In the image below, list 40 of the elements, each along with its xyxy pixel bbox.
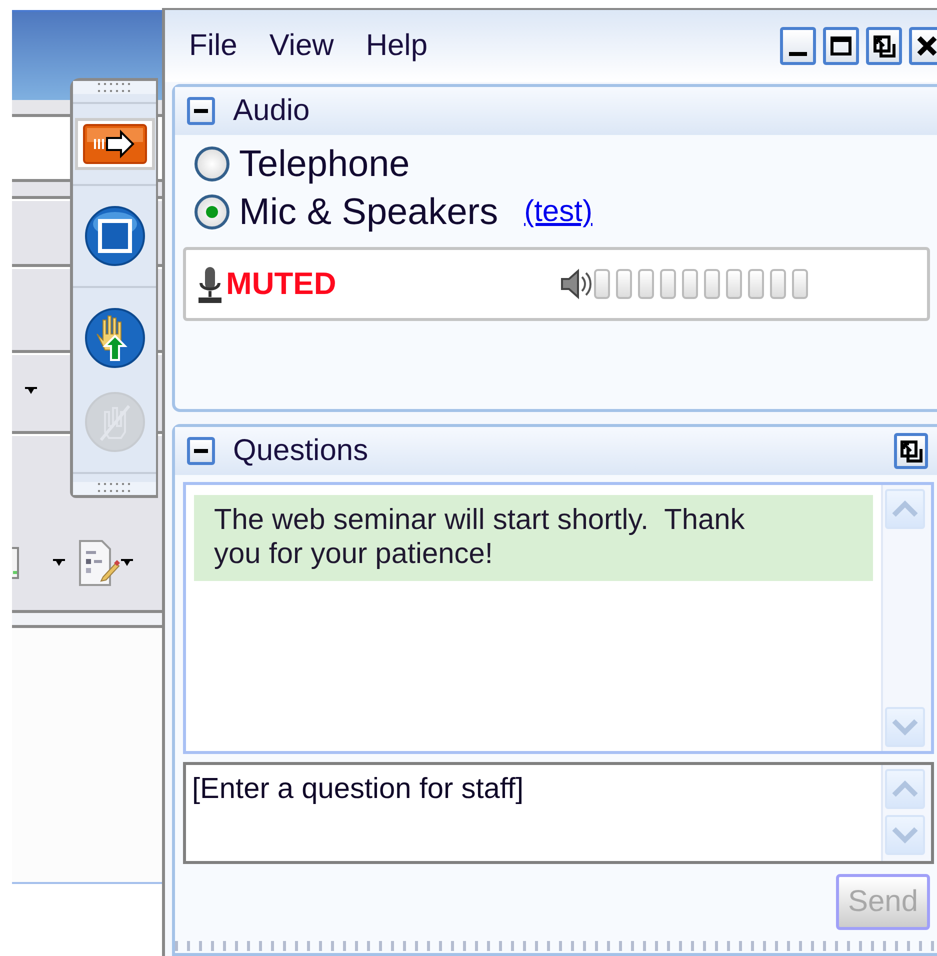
grip-handle-icon[interactable] (98, 483, 132, 494)
chevron-up-icon (891, 499, 919, 519)
dropdown-arrow-icon[interactable] (52, 558, 66, 568)
microphone-icon (198, 265, 222, 303)
minimize-icon (789, 52, 807, 56)
minimize-button[interactable] (780, 27, 816, 65)
radio-option[interactable]: Telephone (193, 143, 937, 185)
section-title: Questions (233, 434, 368, 468)
raise-hand-button[interactable] (82, 306, 146, 370)
speaker-icon (560, 268, 592, 300)
arrow-button[interactable] (74, 118, 154, 170)
menu-item[interactable]: Help (366, 29, 428, 63)
restore-icon (898, 438, 924, 464)
collapse-button[interactable] (187, 97, 215, 125)
question-box[interactable]: [Enter a question for staff] (183, 762, 934, 864)
section-title: Audio (233, 94, 310, 128)
resize-grip[interactable] (175, 941, 937, 951)
question-input-field[interactable]: [Enter a question for staff] (186, 765, 881, 814)
close-button[interactable] (909, 27, 937, 65)
restore-button[interactable] (866, 27, 902, 65)
grip-handle-icon[interactable] (98, 82, 132, 93)
stop-button[interactable] (82, 204, 146, 268)
radio-button[interactable] (193, 193, 231, 231)
chevron-down-icon (891, 825, 919, 845)
menu-item[interactable]: File (189, 29, 238, 63)
mic-status: MUTED (226, 266, 336, 302)
collapse-button[interactable] (187, 437, 215, 465)
radio-option[interactable]: Mic & Speakers (193, 191, 498, 233)
pop-out-button[interactable] (894, 433, 928, 469)
dropdown-arrow-icon[interactable] (24, 386, 38, 396)
message: The web seminar will start shortly. Thank you for your patience! (194, 495, 873, 581)
restore-icon (871, 33, 897, 59)
maximize-button[interactable] (823, 27, 859, 65)
chevron-up-icon (891, 779, 919, 799)
test-link[interactable]: (test) (524, 195, 592, 229)
edit-document-icon[interactable] (78, 539, 120, 587)
chevron-down-icon (891, 717, 919, 737)
dropdown-arrow-icon[interactable] (120, 558, 134, 568)
radio-button[interactable] (193, 145, 231, 183)
menu-item[interactable]: View (269, 29, 334, 63)
